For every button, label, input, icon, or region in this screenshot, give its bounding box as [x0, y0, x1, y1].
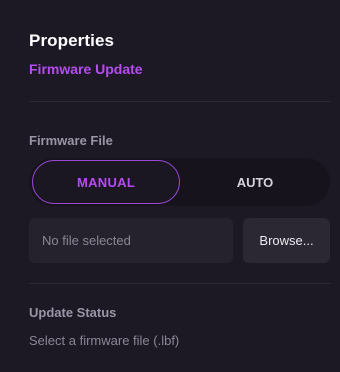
mode-auto-button[interactable]: AUTO	[180, 158, 330, 206]
mode-toggle: MANUAL AUTO	[29, 158, 330, 206]
properties-panel: Properties Firmware Update Firmware File…	[0, 0, 340, 372]
browse-button[interactable]: Browse...	[243, 218, 330, 263]
panel-subtitle: Firmware Update	[29, 61, 143, 77]
panel-title: Properties	[29, 31, 115, 50]
divider	[29, 101, 331, 102]
mode-manual-button[interactable]: MANUAL	[32, 160, 180, 204]
firmware-file-label: Firmware File	[29, 133, 113, 148]
file-path-text: No file selected	[42, 233, 131, 248]
file-path-field[interactable]: No file selected	[29, 218, 233, 263]
update-status-label: Update Status	[29, 305, 117, 320]
divider	[29, 283, 331, 284]
update-status-message: Select a firmware file (.lbf)	[29, 333, 180, 348]
